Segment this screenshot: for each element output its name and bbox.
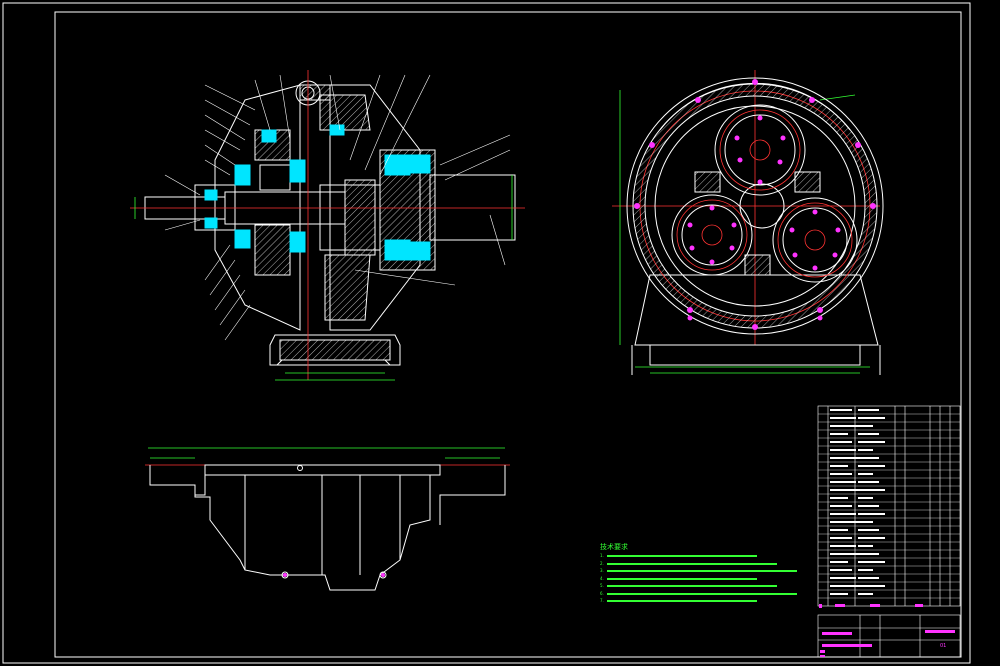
parts-list-entry (830, 417, 856, 419)
parts-list-entry (830, 585, 860, 587)
cad-drawing-canvas (2, 2, 971, 664)
parts-list-entry (830, 465, 848, 467)
parts-list-entry (858, 569, 873, 571)
note-line: 4. (600, 576, 757, 581)
note-line: 6. (600, 591, 797, 596)
drawing-code: 01 (940, 643, 947, 649)
parts-list-entry (830, 537, 852, 539)
parts-list-entry (858, 497, 873, 499)
parts-list-entry (858, 537, 885, 539)
parts-list-entry (830, 425, 860, 427)
parts-list-entry (858, 465, 885, 467)
note-line: 5. (600, 583, 777, 588)
parts-list-entry (858, 513, 885, 515)
parts-list-entry (858, 545, 873, 547)
note-line: 2. (600, 561, 777, 566)
outer-frame (2, 2, 971, 664)
parts-list-entry (858, 433, 879, 435)
parts-list-entry (830, 553, 860, 555)
parts-list-entry (858, 585, 885, 587)
parts-list-entry (858, 521, 873, 523)
parts-list-entry (830, 481, 856, 483)
note-line: 1. (600, 553, 757, 558)
parts-list-entry (858, 481, 879, 483)
parts-list-entry (830, 441, 852, 443)
parts-list-entry (830, 449, 856, 451)
parts-list-entry (858, 441, 885, 443)
top-view (149, 464, 506, 591)
parts-list-entry (830, 545, 856, 547)
parts-list-entry (830, 489, 860, 491)
parts-list-entry (858, 529, 879, 531)
parts-list-rows (818, 409, 960, 599)
parts-list-entry (830, 473, 852, 475)
note-line: 7. (600, 598, 757, 603)
parts-list-entry (830, 577, 856, 579)
parts-list-entry (858, 417, 885, 419)
parts-list-entry (858, 577, 879, 579)
title-block-markers (820, 630, 955, 657)
parts-list-entry (830, 433, 848, 435)
title-block (817, 614, 961, 658)
parts-list-entry (830, 561, 848, 563)
front-section-view (144, 80, 516, 366)
parts-list-entry (858, 425, 873, 427)
parts-list-entry (830, 593, 848, 595)
parts-list-entry (858, 593, 873, 595)
parts-list-entry (858, 561, 885, 563)
parts-list-entry (858, 505, 879, 507)
parts-list-entry (858, 449, 873, 451)
parts-list-entry (830, 521, 860, 523)
parts-list-entry (830, 529, 848, 531)
parts-list-entry (830, 513, 856, 515)
parts-list-entry (830, 409, 852, 411)
parts-list-entry (830, 569, 852, 571)
parts-list-entry (858, 457, 879, 459)
parts-list-entry (858, 473, 873, 475)
parts-list-entry (830, 497, 848, 499)
parts-list-entry (858, 553, 879, 555)
parts-list-entry (830, 505, 852, 507)
notes-title: 技术要求 (600, 543, 628, 551)
parts-list-entry (830, 457, 860, 459)
parts-list-entry (858, 409, 879, 411)
parts-list-entry (858, 489, 885, 491)
note-line: 3. (600, 568, 797, 573)
